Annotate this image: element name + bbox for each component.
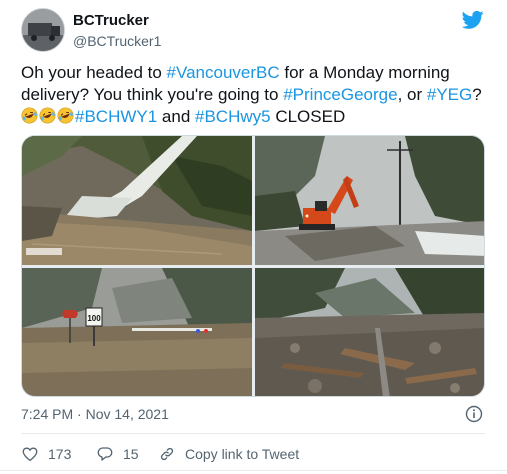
photo-flooded-road-sign[interactable]: 100 <box>22 268 252 396</box>
photo-waterfall-flood[interactable] <box>22 136 252 265</box>
divider <box>21 433 485 434</box>
tweet-text-segment: Oh your headed to <box>21 63 167 82</box>
avatar[interactable] <box>21 8 65 52</box>
info-icon[interactable] <box>465 405 483 423</box>
tweet-text-segment: CLOSED <box>270 107 346 126</box>
author-handle[interactable]: @BCTrucker1 <box>73 32 161 50</box>
copy-link-button[interactable]: Copy link to Tweet <box>158 444 299 464</box>
reply-count: 15 <box>123 446 139 462</box>
hashtag-link[interactable]: #VancouverBC <box>167 63 280 82</box>
tweet-text-segment: and <box>157 107 195 126</box>
tweet-text-segment: , or <box>397 85 427 104</box>
hashtag-link[interactable]: #BCHWY1 <box>75 107 157 126</box>
photo-debris-road[interactable] <box>255 268 484 396</box>
hashtag-link[interactable]: #YEG <box>427 85 472 104</box>
tweet-card: BCTrucker @BCTrucker1 Oh your headed to … <box>0 0 507 474</box>
laughing-emoji-icon <box>57 107 74 124</box>
like-count: 173 <box>48 446 72 462</box>
heart-icon <box>22 447 38 462</box>
like-button[interactable]: 173 <box>21 444 71 464</box>
photo-excavator[interactable] <box>255 136 484 265</box>
tweet-timestamp[interactable]: 7:24 PM · Nov 14, 2021 <box>21 405 169 423</box>
link-icon <box>160 447 174 461</box>
reply-bubble-icon <box>97 447 113 461</box>
speed-limit-sign-text: 100 <box>87 314 101 323</box>
media-grid: 100 <box>21 135 485 397</box>
tweet-text: Oh your headed to #VancouverBC for a Mon… <box>21 62 497 128</box>
copy-link-label: Copy link to Tweet <box>185 446 300 462</box>
card-bottom-edge <box>0 470 507 474</box>
hashtag-link[interactable]: #PrinceGeorge <box>283 85 397 104</box>
reply-button[interactable]: 15 <box>96 444 139 464</box>
hashtag-link[interactable]: #BCHwy5 <box>195 107 271 126</box>
laughing-emoji-icon <box>21 107 38 124</box>
author-name[interactable]: BCTrucker <box>73 12 149 30</box>
tweet-text-segment: ? <box>472 85 482 104</box>
laughing-emoji-icon <box>39 107 56 124</box>
twitter-logo-icon[interactable] <box>462 10 484 30</box>
